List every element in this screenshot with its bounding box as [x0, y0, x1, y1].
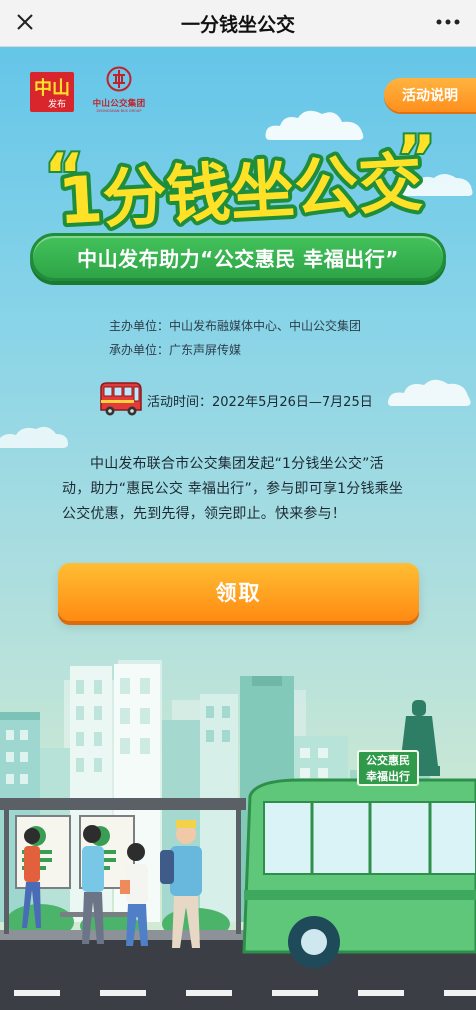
main-title: “ 1分钱坐公交 ”: [42, 128, 437, 236]
page: 一分钱坐公交 中山 发布 中山公交集团 ZHONGSHAN BUS GROUP …: [0, 0, 476, 1010]
bus-group-english-name: ZHONGSHAN BUS GROUP: [96, 109, 142, 113]
city-bus-stop-illustration: [0, 660, 476, 1010]
host-organizer: 主办单位：中山发布融媒体中心、中山公交集团: [109, 319, 362, 333]
activity-rules-button[interactable]: 活动说明: [384, 78, 476, 112]
bus-icon: [100, 382, 142, 416]
claim-button[interactable]: 领取: [58, 563, 419, 621]
nav-title: 一分钱坐公交: [180, 13, 295, 36]
activity-time: 活动时间：2022年5月26日—7月25日: [147, 394, 373, 410]
nav-bar: 一分钱坐公交: [0, 0, 476, 47]
cloud-icon: [388, 379, 471, 406]
svg-text:发布: 发布: [48, 98, 66, 110]
bus-sign-line-2: 幸福出行: [366, 770, 410, 783]
bus-group-emblem-icon: [106, 66, 132, 92]
title-close-quote: ”: [396, 128, 435, 193]
bus-slogan-sign: 公交惠民 幸福出行: [357, 750, 419, 786]
cloud-icon: [0, 426, 68, 448]
zhongshan-bus-logo: 中山公交集团 ZHONGSHAN BUS GROUP: [88, 66, 150, 113]
subtitle-banner: 中山发布助力“公交惠民 幸福出行”: [30, 233, 446, 281]
svg-text:中山: 中山: [34, 77, 70, 99]
activity-time-row: 活动时间：2022年5月26日—7月25日: [97, 380, 373, 420]
more-dots-icon[interactable]: [428, 7, 468, 37]
close-icon[interactable]: [10, 7, 40, 37]
title-text: 1分钱坐公交: [56, 147, 424, 236]
activity-description: 中山发布联合市公交集团发起“1分钱坐公交”活动，助力“惠民公交 幸福出行”，参与…: [62, 456, 404, 522]
bus-sign-line-1: 公交惠民: [366, 754, 410, 767]
co-organizer: 承办单位：广东声屏传媒: [109, 343, 242, 357]
zhongshan-fabu-logo: 中山 发布: [30, 72, 74, 112]
bus-group-name: 中山公交集团: [92, 99, 146, 109]
